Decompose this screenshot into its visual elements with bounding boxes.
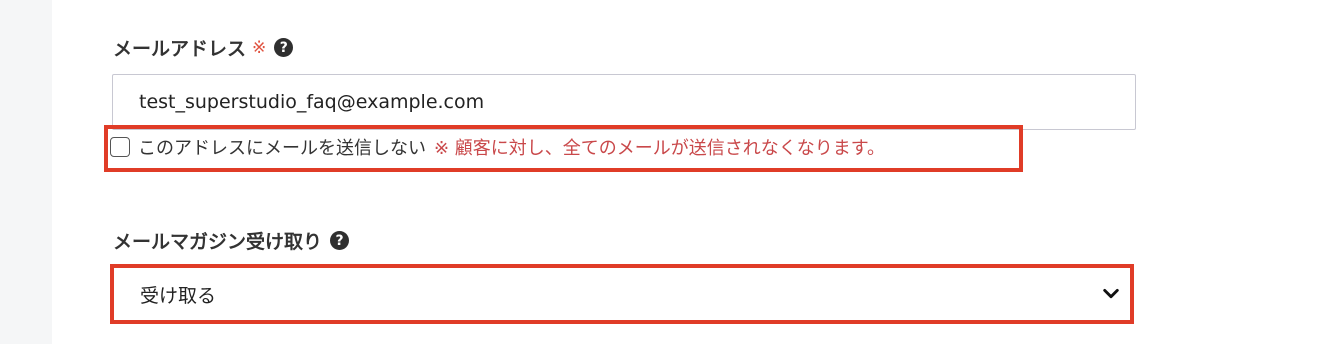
required-mark: ※ (252, 37, 267, 58)
newsletter-label-row: メールマガジン受け取り ? (113, 227, 350, 254)
no-mail-checkbox-label: このアドレスにメールを送信しない (138, 138, 426, 159)
email-label-row: メールアドレス ※ ? (113, 34, 294, 61)
email-input[interactable] (112, 74, 1136, 130)
question-circle-icon[interactable]: ? (330, 231, 350, 250)
newsletter-selected-value: 受け取る (140, 284, 217, 307)
customer-form-section: メールアドレス ※ ? このアドレスにメールを送信しない ※ 顧客に対し、全ての… (0, 0, 1336, 344)
no-mail-warning-text: ※ 顧客に対し、全てのメールが送信されなくなります。 (434, 138, 886, 159)
newsletter-label: メールマガジン受け取り (113, 231, 323, 253)
question-circle-icon[interactable]: ? (274, 38, 294, 57)
email-label: メールアドレス (113, 38, 247, 60)
no-mail-checkbox[interactable] (110, 137, 130, 157)
newsletter-select[interactable]: 受け取る (116, 270, 1128, 318)
chevron-down-icon (1103, 288, 1119, 299)
left-gutter (0, 0, 52, 344)
no-mail-checkbox-row[interactable]: このアドレスにメールを送信しない ※ 顧客に対し、全てのメールが送信されなくなり… (110, 134, 885, 160)
